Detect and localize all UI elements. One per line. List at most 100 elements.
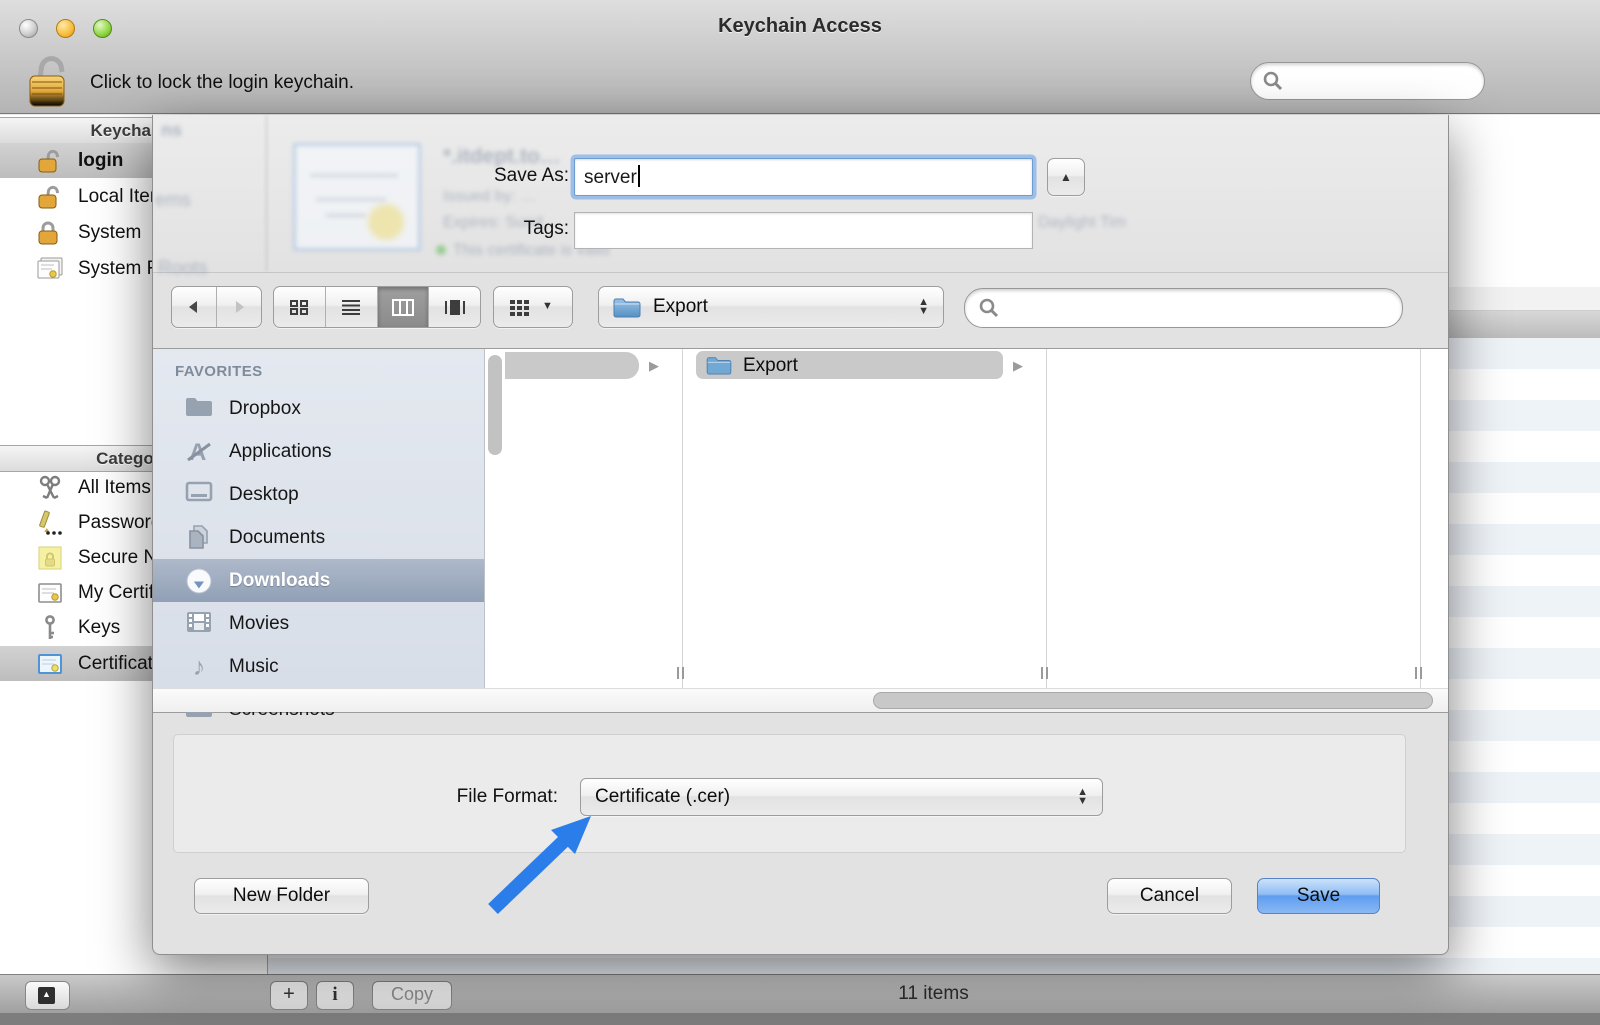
favorite-item-documents[interactable]: Documents — [153, 516, 484, 559]
ghost-valid-dot — [436, 245, 446, 255]
keychain-access-window: Keychain Access Click to lock the login … — [0, 0, 1600, 1025]
favorite-item-applications[interactable]: A Applications — [153, 430, 484, 473]
arrange-menu-button[interactable]: ▼ — [493, 286, 573, 328]
favorite-item-downloads[interactable]: Downloads — [153, 559, 484, 602]
window-bottom-edge — [0, 1013, 1600, 1025]
folder-icon — [185, 395, 213, 423]
back-button[interactable] — [172, 287, 216, 327]
file-format-popup[interactable]: Certificate (.cer) ▲▼ — [580, 778, 1103, 816]
browser-horizontal-scrollbar — [153, 688, 1448, 712]
sheet-top-section: ns ems Roots *.itdept.to… Issued by: … E… — [153, 115, 1448, 273]
save-button[interactable]: Save — [1257, 878, 1380, 914]
unlocked-padlock-icon — [36, 183, 64, 211]
ghost-issued-by: Issued by: … — [443, 188, 536, 206]
forward-arrow-icon — [231, 299, 247, 315]
column-resize-handle[interactable] — [1046, 667, 1048, 679]
back-arrow-icon — [186, 299, 202, 315]
certificate-icon — [36, 579, 64, 607]
disclosure-triangle-icon: ▶ — [1013, 359, 1023, 372]
ghost-certificate-thumbnail — [293, 143, 421, 251]
column-resize-handle[interactable] — [1420, 667, 1422, 679]
new-folder-button[interactable]: New Folder — [194, 878, 369, 914]
favorite-item-music[interactable]: ♪ Music — [153, 645, 484, 688]
collapse-arrow-icon: ▲ — [1060, 170, 1072, 184]
filmstrip-icon — [185, 610, 213, 638]
horizontal-scrollbar-thumb[interactable] — [873, 692, 1433, 709]
tags-label: Tags: — [409, 218, 569, 240]
save-as-label: Save As: — [409, 165, 569, 187]
cover-flow-icon — [444, 299, 466, 316]
column-resize-handle[interactable] — [677, 667, 679, 679]
forward-button[interactable] — [216, 287, 261, 327]
ghost-expires-right: Daylight Tim — [1038, 214, 1126, 232]
chevron-down-icon: ▼ — [542, 300, 553, 312]
cover-flow-view-button[interactable] — [428, 287, 480, 327]
location-popup[interactable]: Export ▲▼ — [598, 286, 944, 328]
collapse-sheet-button[interactable]: ▲ — [1047, 158, 1085, 196]
save-sheet-dialog: ns ems Roots *.itdept.to… Issued by: … E… — [152, 115, 1449, 955]
certificate-icon — [36, 255, 64, 283]
pencil-dots-icon — [36, 509, 64, 537]
favorite-item-dropbox[interactable]: Dropbox — [153, 387, 484, 430]
search-icon — [1262, 70, 1284, 97]
search-icon — [978, 297, 1000, 324]
ghost-local-items-fragment: ems — [155, 190, 191, 212]
popup-spinner-icon: ▲▼ — [1077, 788, 1088, 806]
favorites-header: FAVORITES — [175, 363, 263, 380]
arrange-grid-icon — [510, 300, 530, 321]
column-resize-handle[interactable] — [1041, 667, 1043, 679]
unlock-padlock-icon[interactable] — [26, 50, 72, 108]
column-resize-handle[interactable] — [1415, 667, 1417, 679]
save-as-input[interactable]: server — [574, 158, 1033, 196]
column2-selected-row-export[interactable]: Export — [696, 351, 1003, 379]
desktop-icon — [185, 481, 213, 509]
column-view-icon — [392, 299, 414, 316]
popup-spinner-icon: ▲▼ — [918, 298, 929, 316]
unlocked-padlock-icon — [36, 147, 64, 175]
toggle-keychains-button[interactable]: ▲ — [25, 981, 70, 1010]
text-caret — [638, 165, 640, 187]
column-divider — [1420, 349, 1421, 688]
blue-folder-icon — [613, 296, 641, 318]
tags-input[interactable] — [574, 212, 1033, 249]
toolbar-search-input[interactable] — [1250, 62, 1485, 100]
sheet-search-input[interactable] — [964, 288, 1403, 328]
favorites-scrollbar-thumb[interactable] — [488, 355, 502, 455]
annotation-arrow — [483, 805, 613, 925]
ghost-system-roots-fragment: Roots — [158, 258, 208, 280]
column-divider — [1046, 349, 1047, 688]
ghost-keychains-fragment: ns — [161, 120, 182, 141]
window-title: Keychain Access — [0, 15, 1600, 38]
blue-folder-icon — [706, 355, 732, 380]
column-divider — [682, 349, 683, 688]
documents-icon — [185, 524, 213, 552]
save-as-value: server — [584, 167, 637, 188]
cancel-button[interactable]: Cancel — [1107, 878, 1232, 914]
location-popup-value: Export — [653, 296, 708, 318]
column2-item-label: Export — [743, 352, 798, 379]
locked-padlock-icon — [36, 219, 64, 247]
column-resize-handle[interactable] — [682, 667, 684, 679]
icon-view-icon — [289, 299, 309, 315]
keys-icon — [36, 474, 64, 502]
list-view-icon — [341, 299, 361, 315]
favorites-sidebar: FAVORITES Dropbox A Applications Desktop… — [153, 349, 485, 712]
items-count: 11 items — [267, 983, 1600, 1005]
column1-selected-row[interactable] — [505, 352, 639, 379]
favorite-item-desktop[interactable]: Desktop — [153, 473, 484, 516]
applications-icon: A — [185, 438, 213, 466]
lock-status-text: Click to lock the login keychain. — [90, 72, 354, 94]
downloads-icon — [185, 567, 213, 595]
show-keychains-icon: ▲ — [38, 987, 55, 1004]
nav-back-forward-control — [171, 286, 262, 328]
list-view-button[interactable] — [325, 287, 377, 327]
key-icon — [36, 614, 64, 642]
icon-view-button[interactable] — [274, 287, 325, 327]
view-mode-control — [273, 286, 481, 328]
column-view-button[interactable] — [377, 287, 429, 327]
certificate-blue-icon — [36, 650, 64, 678]
music-note-icon: ♪ — [185, 653, 213, 681]
disclosure-triangle-icon: ▶ — [649, 359, 659, 372]
file-browser: FAVORITES Dropbox A Applications Desktop… — [153, 348, 1448, 713]
favorite-item-movies[interactable]: Movies — [153, 602, 484, 645]
